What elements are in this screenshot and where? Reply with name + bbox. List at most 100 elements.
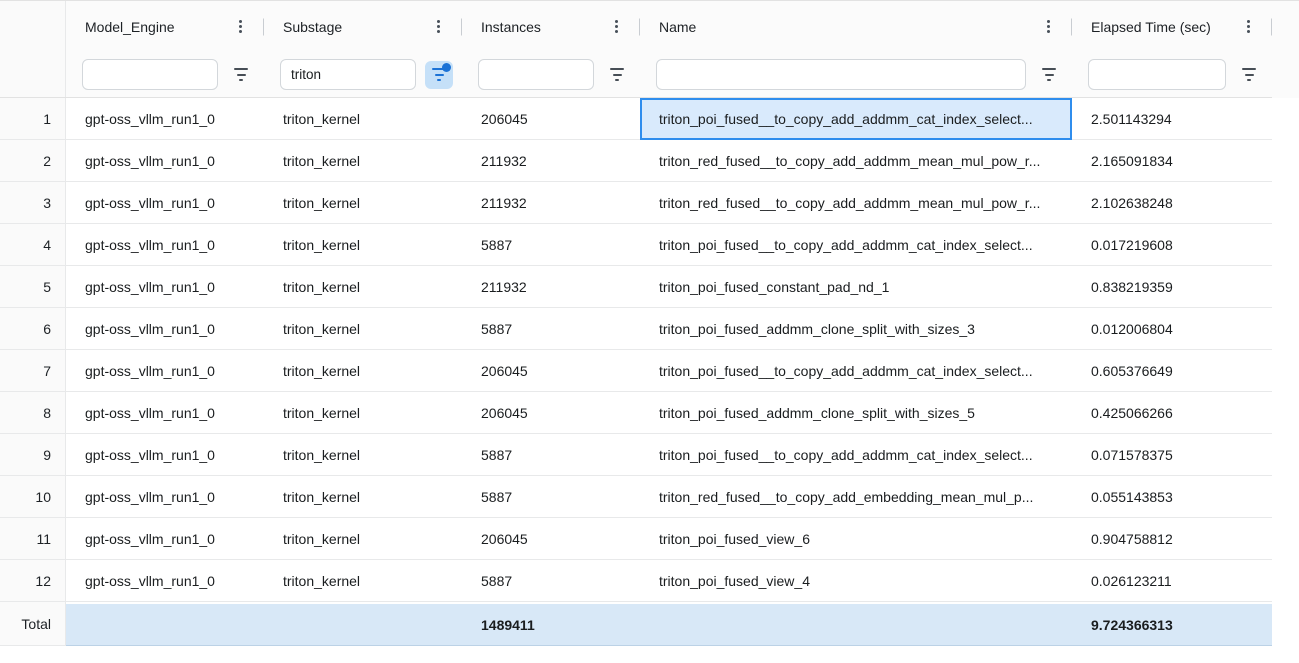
cell-model-engine[interactable]: gpt-oss_vllm_run1_0 <box>66 350 264 392</box>
cell-name[interactable]: triton_red_fused__to_copy_add_embedding_… <box>640 476 1072 518</box>
cell-elapsed-time[interactable]: 0.055143853 <box>1072 476 1272 518</box>
total-elapsed-time: 9.724366313 <box>1072 602 1272 646</box>
total-label: Total <box>0 602 66 646</box>
cell-elapsed-time[interactable]: 2.165091834 <box>1072 140 1272 182</box>
cell-instances[interactable]: 211932 <box>462 140 640 182</box>
cell-elapsed-time[interactable]: 2.501143294 <box>1072 98 1272 140</box>
column-header-name[interactable]: Name <box>640 1 1072 52</box>
row-number: 9 <box>0 434 66 476</box>
cell-substage[interactable]: triton_kernel <box>264 560 462 602</box>
filter-icon[interactable] <box>1035 61 1063 89</box>
cell-name[interactable]: triton_poi_fused_addmm_clone_split_with_… <box>640 392 1072 434</box>
cell-name[interactable]: triton_poi_fused__to_copy_add_addmm_cat_… <box>640 434 1072 476</box>
model-engine-filter-input[interactable] <box>82 59 218 90</box>
instances-filter-input[interactable] <box>478 59 594 90</box>
column-menu-icon[interactable] <box>606 17 626 37</box>
cell-instances[interactable]: 5887 <box>462 560 640 602</box>
cell-elapsed-time[interactable]: 0.071578375 <box>1072 434 1272 476</box>
cell-instances[interactable]: 206045 <box>462 518 640 560</box>
filter-gutter <box>0 52 66 97</box>
cell-name[interactable]: triton_poi_fused_constant_pad_nd_1 <box>640 266 1072 308</box>
cell-substage[interactable]: triton_kernel <box>264 350 462 392</box>
cell-elapsed-time[interactable]: 0.026123211 <box>1072 560 1272 602</box>
cell-model-engine[interactable]: gpt-oss_vllm_run1_0 <box>66 476 264 518</box>
cell-name[interactable]: triton_poi_fused_addmm_clone_split_with_… <box>640 308 1072 350</box>
total-cell-substage <box>264 602 462 646</box>
cell-substage[interactable]: triton_kernel <box>264 476 462 518</box>
filter-icon[interactable] <box>1235 61 1263 89</box>
cell-name[interactable]: triton_poi_fused_view_6 <box>640 518 1072 560</box>
filter-cell-instances <box>462 52 640 97</box>
cell-model-engine[interactable]: gpt-oss_vllm_run1_0 <box>66 182 264 224</box>
elapsed-time-filter-input[interactable] <box>1088 59 1226 90</box>
cell-elapsed-time[interactable]: 0.605376649 <box>1072 350 1272 392</box>
cell-substage[interactable]: triton_kernel <box>264 518 462 560</box>
column-header-substage[interactable]: Substage <box>264 1 462 52</box>
cell-elapsed-time[interactable]: 2.102638248 <box>1072 182 1272 224</box>
cell-substage[interactable]: triton_kernel <box>264 308 462 350</box>
cell-substage[interactable]: triton_kernel <box>264 182 462 224</box>
cell-instances[interactable]: 211932 <box>462 266 640 308</box>
column-menu-icon[interactable] <box>230 17 250 37</box>
filter-icon[interactable] <box>603 61 631 89</box>
cell-elapsed-time[interactable]: 0.012006804 <box>1072 308 1272 350</box>
cell-model-engine[interactable]: gpt-oss_vllm_run1_0 <box>66 98 264 140</box>
column-menu-icon[interactable] <box>1238 17 1258 37</box>
cell-name[interactable]: triton_poi_fused__to_copy_add_addmm_cat_… <box>640 224 1072 266</box>
cell-substage[interactable]: triton_kernel <box>264 140 462 182</box>
cell-model-engine[interactable]: gpt-oss_vllm_run1_0 <box>66 434 264 476</box>
filter-active-icon[interactable] <box>425 61 453 89</box>
cell-elapsed-time[interactable]: 0.904758812 <box>1072 518 1272 560</box>
cell-model-engine[interactable]: gpt-oss_vllm_run1_0 <box>66 308 264 350</box>
cell-substage[interactable]: triton_kernel <box>264 224 462 266</box>
column-menu-icon[interactable] <box>1038 17 1058 37</box>
cell-substage[interactable]: triton_kernel <box>264 266 462 308</box>
row-number: 5 <box>0 266 66 308</box>
cell-model-engine[interactable]: gpt-oss_vllm_run1_0 <box>66 140 264 182</box>
cell-elapsed-time[interactable]: 0.425066266 <box>1072 392 1272 434</box>
cell-instances[interactable]: 5887 <box>462 476 640 518</box>
column-header-elapsed-time[interactable]: Elapsed Time (sec) <box>1072 1 1272 52</box>
cell-substage[interactable]: triton_kernel <box>264 434 462 476</box>
cell-substage[interactable]: triton_kernel <box>264 392 462 434</box>
cell-name[interactable]: triton_poi_fused__to_copy_add_addmm_cat_… <box>640 350 1072 392</box>
substage-filter-input[interactable] <box>280 59 416 90</box>
cell-name-selected[interactable]: triton_poi_fused__to_copy_add_addmm_cat_… <box>640 98 1072 140</box>
table-row: 3 gpt-oss_vllm_run1_0 triton_kernel 2119… <box>0 182 1272 224</box>
column-header-model-engine[interactable]: Model_Engine <box>66 1 264 52</box>
cell-model-engine[interactable]: gpt-oss_vllm_run1_0 <box>66 518 264 560</box>
cell-elapsed-time[interactable]: 0.838219359 <box>1072 266 1272 308</box>
filter-cell-name <box>640 52 1072 97</box>
cell-instances[interactable]: 206045 <box>462 392 640 434</box>
kebab-icon <box>239 25 242 28</box>
header-row: Model_Engine Substage Instances Name Ela… <box>0 1 1272 52</box>
cell-elapsed-time[interactable]: 0.017219608 <box>1072 224 1272 266</box>
name-filter-input[interactable] <box>656 59 1026 90</box>
cell-instances[interactable]: 211932 <box>462 182 640 224</box>
cell-instances[interactable]: 206045 <box>462 98 640 140</box>
filter-row <box>0 52 1272 98</box>
cell-model-engine[interactable]: gpt-oss_vllm_run1_0 <box>66 392 264 434</box>
cell-instances[interactable]: 5887 <box>462 434 640 476</box>
column-label: Substage <box>283 19 428 35</box>
cell-instances[interactable]: 5887 <box>462 308 640 350</box>
data-grid: Model_Engine Substage Instances Name Ela… <box>0 0 1299 663</box>
total-cell-model-engine <box>66 602 264 646</box>
table-row: 6 gpt-oss_vllm_run1_0 triton_kernel 5887… <box>0 308 1272 350</box>
table-row: 7 gpt-oss_vllm_run1_0 triton_kernel 2060… <box>0 350 1272 392</box>
column-menu-icon[interactable] <box>428 17 448 37</box>
cell-model-engine[interactable]: gpt-oss_vllm_run1_0 <box>66 266 264 308</box>
cell-instances[interactable]: 5887 <box>462 224 640 266</box>
cell-name[interactable]: triton_red_fused__to_copy_add_addmm_mean… <box>640 140 1072 182</box>
cell-name[interactable]: triton_red_fused__to_copy_add_addmm_mean… <box>640 182 1072 224</box>
cell-instances[interactable]: 206045 <box>462 350 640 392</box>
cell-model-engine[interactable]: gpt-oss_vllm_run1_0 <box>66 224 264 266</box>
column-header-instances[interactable]: Instances <box>462 1 640 52</box>
filter-icon[interactable] <box>227 61 255 89</box>
table-row: 11 gpt-oss_vllm_run1_0 triton_kernel 206… <box>0 518 1272 560</box>
cell-substage[interactable]: triton_kernel <box>264 98 462 140</box>
cell-name[interactable]: triton_poi_fused_view_4 <box>640 560 1072 602</box>
kebab-icon <box>437 25 440 28</box>
cell-model-engine[interactable]: gpt-oss_vllm_run1_0 <box>66 560 264 602</box>
table-row: 4 gpt-oss_vllm_run1_0 triton_kernel 5887… <box>0 224 1272 266</box>
